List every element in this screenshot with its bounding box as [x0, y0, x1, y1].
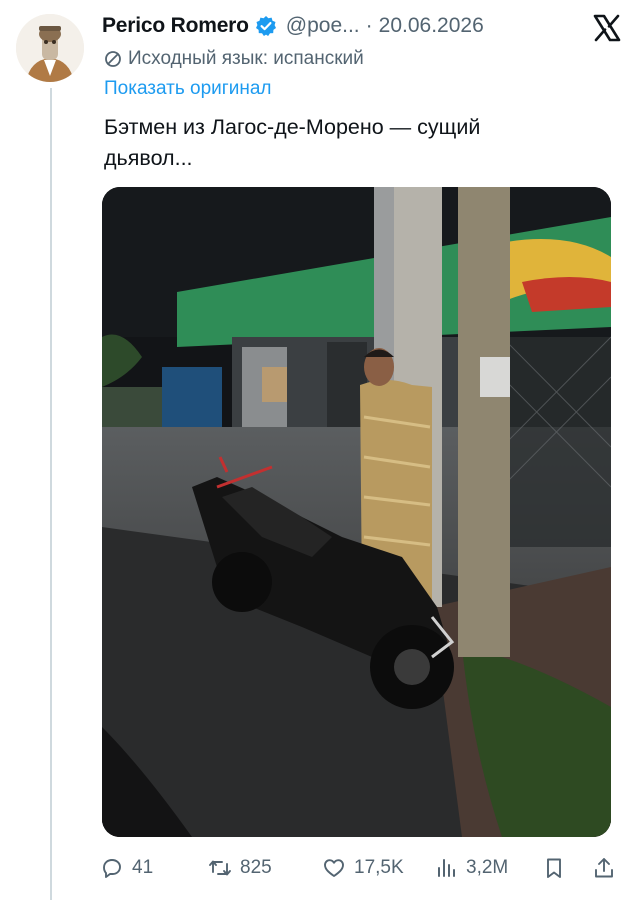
x-logo-icon [592, 13, 622, 43]
thread-line [50, 88, 52, 900]
verified-badge-icon [255, 15, 277, 37]
bookmark-button[interactable] [542, 852, 566, 884]
separator-dot: · [365, 14, 373, 37]
author-handle[interactable]: @poe... [286, 14, 360, 38]
show-original-link[interactable]: Показать оригинал [104, 78, 271, 100]
reply-button[interactable]: 41 [100, 852, 153, 884]
repost-button[interactable]: 825 [208, 852, 272, 884]
like-count: 17,5K [354, 857, 404, 878]
tweet-photo[interactable] [102, 187, 611, 837]
translate-icon [105, 51, 121, 67]
action-bar: 41 825 17,5K 3,2M [100, 852, 630, 884]
like-button[interactable]: 17,5K [322, 852, 404, 884]
translation-label: Исходный язык: испанский [128, 48, 364, 69]
views-icon [438, 859, 455, 877]
share-button[interactable] [592, 852, 616, 884]
share-icon [595, 858, 613, 878]
reply-icon [103, 859, 121, 878]
views-button[interactable]: 3,2M [434, 852, 508, 884]
repost-count: 825 [240, 857, 272, 878]
heart-icon [324, 859, 344, 877]
tweet-date[interactable]: 20.06.2026 [379, 14, 484, 38]
retweet-icon [209, 860, 231, 876]
views-count: 3,2M [466, 857, 509, 878]
tweet-text: Бэтмен из Лагос-де-Морено — сущий дьявол… [104, 115, 481, 170]
reply-count: 41 [132, 857, 154, 878]
avatar[interactable] [16, 14, 84, 82]
author-name[interactable]: Perico Romero [102, 14, 249, 38]
translation-note: Исходный язык: испанский [104, 46, 364, 72]
tweet-header: Perico Romero @poe... · 20.06.2026 [102, 11, 484, 41]
bookmark-icon [547, 858, 561, 878]
